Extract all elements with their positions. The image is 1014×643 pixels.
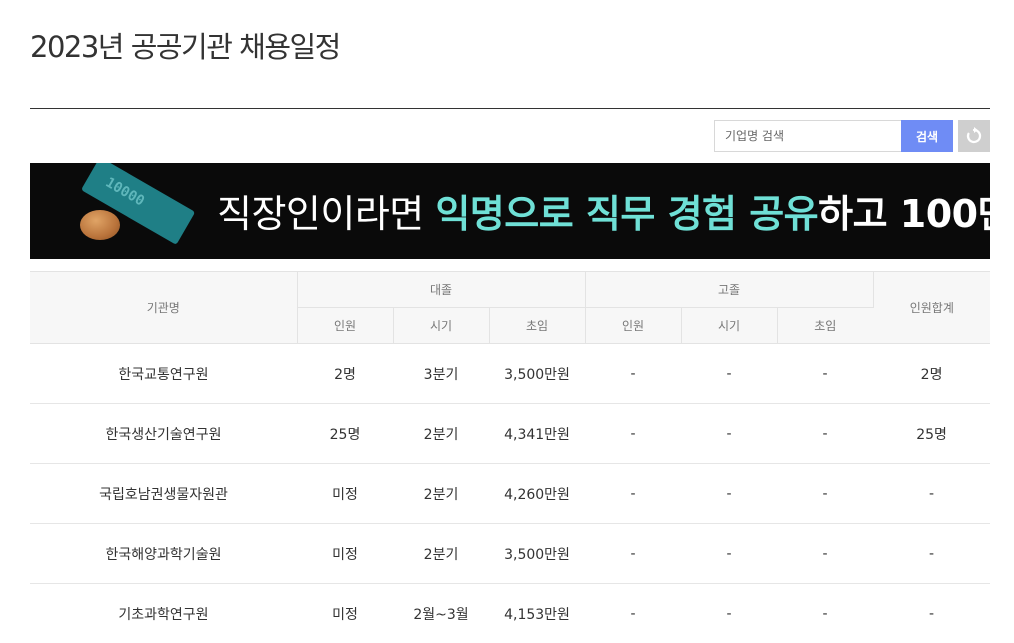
search-bar: 검색 bbox=[714, 120, 953, 152]
banner-text-suffix: 하고 100만 bbox=[818, 192, 990, 236]
page-title: 2023년 공공기관 채용일정 bbox=[30, 30, 341, 64]
cell-highschool-headcount: - bbox=[585, 583, 682, 643]
cell-highschool-salary: - bbox=[777, 583, 874, 643]
cell-college-period: 3분기 bbox=[393, 343, 489, 404]
cell-highschool-headcount: - bbox=[585, 523, 682, 584]
ad-banner[interactable]: 10000 직장인이라면 익명으로 직무 경험 공유하고 100만 bbox=[30, 163, 990, 259]
header-highschool: 고졸 bbox=[585, 271, 874, 308]
cell-highschool-period: - bbox=[681, 583, 778, 643]
cell-highschool-period: - bbox=[681, 403, 778, 464]
cell-org: 한국교통연구원 bbox=[30, 343, 297, 404]
header-org: 기관명 bbox=[30, 271, 298, 344]
cell-org: 기초과학연구원 bbox=[30, 583, 297, 643]
cell-total: - bbox=[873, 583, 991, 643]
header-college-period: 시기 bbox=[393, 307, 490, 344]
cell-total: 25명 bbox=[873, 403, 991, 464]
cell-college-period: 2분기 bbox=[393, 523, 489, 584]
cell-college-salary: 4,153만원 bbox=[489, 583, 586, 643]
header-college-headcount: 인원 bbox=[297, 307, 394, 344]
cell-highschool-salary: - bbox=[777, 463, 874, 524]
cell-total: - bbox=[873, 523, 991, 584]
cell-college-salary: 4,341만원 bbox=[489, 403, 586, 464]
cell-college-salary: 4,260만원 bbox=[489, 463, 586, 524]
cell-college-headcount: 25명 bbox=[297, 403, 393, 464]
cell-college-period: 2월~3월 bbox=[393, 583, 489, 643]
header-highschool-period: 시기 bbox=[681, 307, 778, 344]
table-row: 한국교통연구원 2명 3분기 3,500만원 - - - 2명 bbox=[30, 343, 991, 404]
cell-highschool-salary: - bbox=[777, 523, 874, 584]
cell-org: 한국생산기술연구원 bbox=[30, 403, 297, 464]
cell-college-headcount: 미정 bbox=[297, 523, 393, 584]
cell-highschool-salary: - bbox=[777, 343, 874, 404]
cell-highschool-headcount: - bbox=[585, 403, 682, 464]
cell-highschool-salary: - bbox=[777, 403, 874, 464]
header-total: 인원합계 bbox=[873, 271, 991, 344]
cell-org: 국립호남권생물자원관 bbox=[30, 463, 297, 524]
header-highschool-headcount: 인원 bbox=[585, 307, 682, 344]
banner-text-prefix: 직장인이라면 bbox=[217, 192, 436, 236]
recruitment-schedule-table: 기관명 대졸 고졸 인원합계 인원 시기 초임 인원 시기 초임 한국교통연구원… bbox=[30, 271, 991, 643]
cell-highschool-headcount: - bbox=[585, 463, 682, 524]
search-input[interactable] bbox=[714, 120, 901, 152]
cell-org: 한국해양과학기술원 bbox=[30, 523, 297, 584]
refresh-icon bbox=[966, 127, 982, 144]
banner-headline: 직장인이라면 익명으로 직무 경험 공유하고 100만 bbox=[217, 183, 990, 238]
cell-highschool-period: - bbox=[681, 343, 778, 404]
header-college-salary: 초임 bbox=[489, 307, 586, 344]
title-divider bbox=[30, 108, 990, 109]
banner-text-highlight: 익명으로 직무 경험 공유 bbox=[435, 192, 819, 236]
header-highschool-salary: 초임 bbox=[777, 307, 874, 344]
cell-college-salary: 3,500만원 bbox=[489, 523, 586, 584]
header-college: 대졸 bbox=[297, 271, 586, 308]
reset-button[interactable] bbox=[958, 120, 990, 152]
cell-total: - bbox=[873, 463, 991, 524]
cell-college-period: 2분기 bbox=[393, 463, 489, 524]
cell-college-period: 2분기 bbox=[393, 403, 489, 464]
banner-tape-text: 10000 bbox=[102, 174, 148, 210]
cell-total: 2명 bbox=[873, 343, 991, 404]
cell-highschool-period: - bbox=[681, 463, 778, 524]
cell-college-salary: 3,500만원 bbox=[489, 343, 586, 404]
table-row: 한국생산기술연구원 25명 2분기 4,341만원 - - - 25명 bbox=[30, 403, 991, 464]
table-header-row: 기관명 대졸 고졸 인원합계 bbox=[30, 271, 991, 344]
table-row: 국립호남권생물자원관 미정 2분기 4,260만원 - - - - bbox=[30, 463, 991, 524]
cell-college-headcount: 미정 bbox=[297, 583, 393, 643]
cell-highschool-headcount: - bbox=[585, 343, 682, 404]
table-row: 기초과학연구원 미정 2월~3월 4,153만원 - - - - bbox=[30, 583, 991, 643]
cell-highschool-period: - bbox=[681, 523, 778, 584]
table-row: 한국해양과학기술원 미정 2분기 3,500만원 - - - - bbox=[30, 523, 991, 584]
coin-graphic bbox=[80, 210, 120, 240]
cell-college-headcount: 2명 bbox=[297, 343, 393, 404]
search-button[interactable]: 검색 bbox=[901, 120, 953, 152]
cell-college-headcount: 미정 bbox=[297, 463, 393, 524]
